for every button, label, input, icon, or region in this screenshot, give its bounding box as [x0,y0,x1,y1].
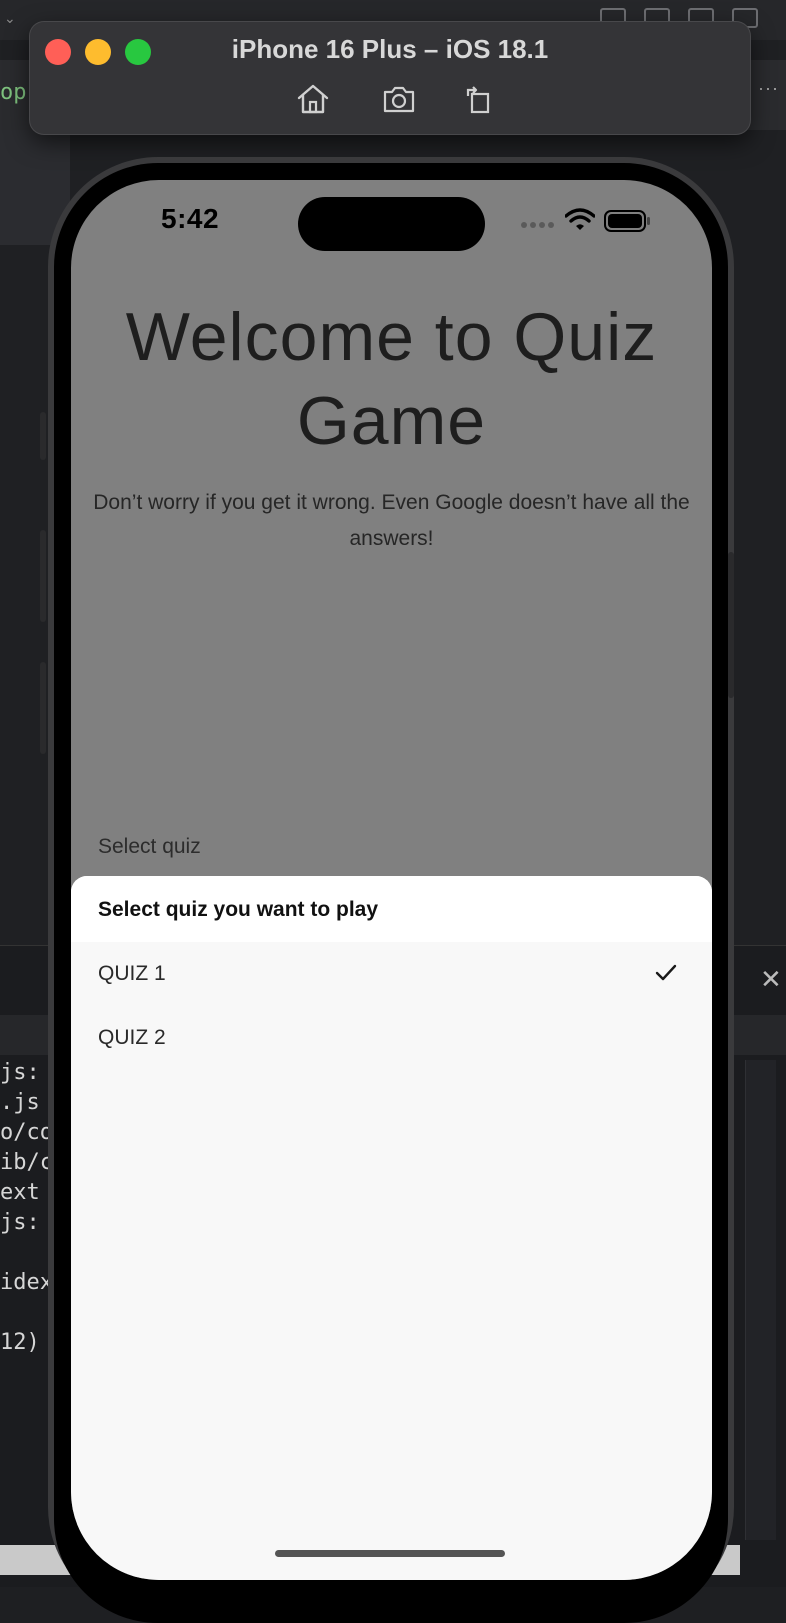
terminal-line: js: [0,1060,40,1085]
rotate-icon[interactable] [462,82,496,116]
quiz-picker-sheet: Select quiz you want to play QUIZ 1 QUIZ… [71,876,712,1580]
simulator-title: iPhone 16 Plus – iOS 18.1 [231,34,549,64]
home-indicator[interactable] [275,1550,505,1557]
power-button[interactable] [728,552,734,698]
option-label: QUIZ 1 [98,962,166,985]
quiz-option-1[interactable]: QUIZ 1 [71,942,712,1006]
terminal-line: 12) [0,1330,40,1355]
action-button[interactable] [40,412,46,460]
page-subtitle: Don’t worry if you get it wrong. Even Go… [93,491,690,550]
battery-icon [604,210,650,232]
page-title: Welcome to Quiz Game [125,299,658,459]
terminal-output: js: .js o/co ib/c ext js: idex 12) [0,1058,53,1358]
chevron-down-icon[interactable]: ⌄ [4,10,16,27]
signal-icon [521,222,554,228]
select-quiz-label: Select quiz [98,835,201,858]
sheet-header: Select quiz you want to play [71,876,712,942]
quiz-option-2[interactable]: QUIZ 2 [71,1006,712,1070]
option-label: QUIZ 2 [98,1026,166,1049]
terminal-line: ib/c [0,1150,53,1175]
ide-tab-label[interactable]: op [0,80,27,105]
dynamic-island [298,197,485,251]
volume-down-button[interactable] [40,662,46,754]
terminal-line: idex [0,1270,53,1295]
sheet-title: Select quiz you want to play [98,898,379,921]
terminal-line: o/co [0,1120,53,1145]
volume-up-button[interactable] [40,530,46,622]
terminal-line: ext [0,1180,40,1205]
terminal-scrollbar[interactable] [745,1060,776,1540]
close-icon[interactable]: ✕ [760,964,782,995]
wifi-icon [565,208,595,230]
camera-icon[interactable] [382,82,416,116]
more-options-icon[interactable]: ··· [758,78,779,99]
checkmark-icon [655,964,677,981]
status-time: 5:42 [161,203,220,234]
simulator-window: iPhone 16 Plus – iOS 18.1 [30,22,750,134]
terminal-line: .js [0,1090,40,1115]
terminal-line: js: [0,1210,40,1235]
phone-screen: 5:42 Welcome to Quiz Game Don’t worry if… [71,180,712,1580]
home-icon[interactable] [296,82,330,116]
